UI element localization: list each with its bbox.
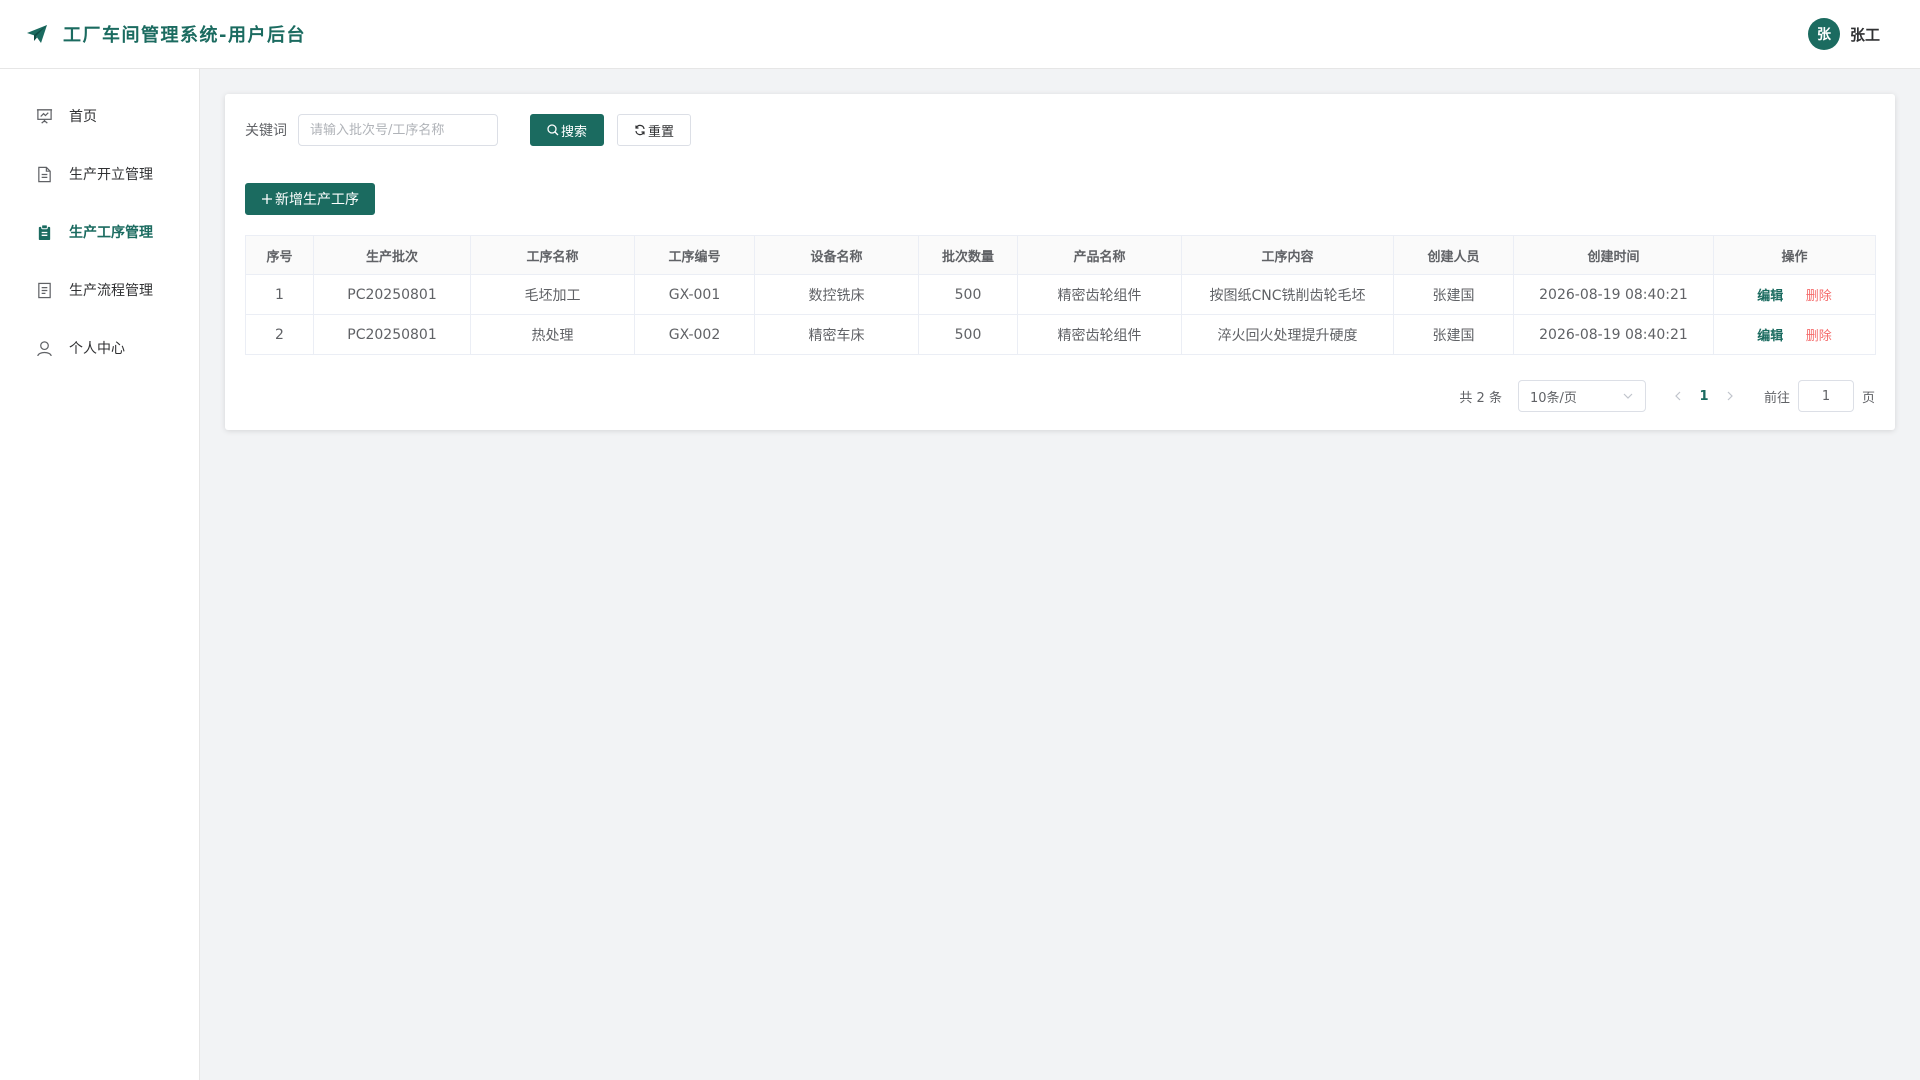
column-header: 设备名称: [754, 235, 919, 275]
column-header: 操作: [1713, 235, 1876, 275]
page-number-current[interactable]: 1: [1688, 389, 1720, 404]
cell-process-name: 毛坯加工: [470, 274, 635, 315]
cell-content: 淬火回火处理提升硬度: [1181, 314, 1394, 355]
chevron-down-icon: [1623, 393, 1633, 399]
column-header: 创建人员: [1393, 235, 1514, 275]
avatar[interactable]: 张: [1807, 18, 1840, 50]
cell-product: 精密齿轮组件: [1017, 314, 1182, 355]
reset-button[interactable]: 重置: [617, 114, 691, 146]
sidebar-item-home[interactable]: 首页: [0, 87, 199, 145]
add-button-label: 新增生产工序: [275, 192, 359, 208]
brand[interactable]: 工厂车间管理系统-用户后台: [25, 21, 306, 47]
presentation-icon: [36, 108, 53, 124]
cell-actions: 编辑 删除: [1713, 314, 1876, 355]
column-header: 生产批次: [313, 235, 471, 275]
column-header: 批次数量: [918, 235, 1018, 275]
cell-process-code: GX-002: [634, 314, 755, 355]
search-button[interactable]: 搜索: [530, 114, 604, 146]
main-content: 关键词 搜索 重置 新增生产工序: [200, 69, 1920, 1080]
page-suffix: 页: [1861, 390, 1875, 406]
app-title: 工厂车间管理系统-用户后台: [63, 25, 306, 46]
column-header: 产品名称: [1017, 235, 1182, 275]
column-header: 工序内容: [1181, 235, 1394, 275]
pagination-total: 共 2 条: [1459, 390, 1502, 406]
cell-creator: 张建国: [1393, 274, 1514, 315]
pagination: 共 2 条 10条/页 1 前往 页: [1459, 380, 1875, 412]
cell-equipment: 精密车床: [754, 314, 919, 355]
cell-index: 1: [245, 274, 314, 315]
sidebar: 首页 生产开立管理 生产工序管理 生产流程管理 个人中心: [0, 69, 200, 1080]
page-size-select[interactable]: 10条/页: [1517, 380, 1646, 412]
column-header: 工序名称: [470, 235, 635, 275]
cell-batch: PC20250801: [313, 274, 471, 315]
cell-index: 2: [245, 314, 314, 355]
edit-link[interactable]: 编辑: [1757, 289, 1783, 304]
cell-created-time: 2026-08-19 08:40:21: [1513, 274, 1714, 315]
user-icon: [37, 340, 52, 356]
goto-label: 前往: [1763, 390, 1790, 406]
cell-process-code: GX-001: [634, 274, 755, 315]
cell-process-name: 热处理: [470, 314, 635, 355]
plus-icon: [262, 194, 272, 204]
sidebar-item-label: 生产工序管理: [69, 225, 153, 241]
list-document-icon: [38, 282, 51, 298]
sidebar-item-production-order[interactable]: 生产开立管理: [0, 145, 199, 203]
cell-actions: 编辑 删除: [1713, 274, 1876, 315]
cell-equipment: 数控铣床: [754, 274, 919, 315]
paper-plane-icon: [27, 25, 47, 43]
cell-quantity: 500: [918, 274, 1018, 315]
column-header: 创建时间: [1513, 235, 1714, 275]
cell-batch: PC20250801: [313, 314, 471, 355]
table-row: 2 PC20250801 热处理 GX-002 精密车床 500 精密齿轮组件 …: [245, 314, 1876, 355]
document-icon: [38, 166, 51, 182]
cell-product: 精密齿轮组件: [1017, 274, 1182, 315]
sidebar-item-label: 生产流程管理: [69, 283, 153, 299]
sidebar-item-label: 首页: [69, 109, 97, 125]
process-table: 序号 生产批次 工序名称 工序编号 设备名称 批次数量 产品名称 工序内容 创建…: [245, 235, 1876, 355]
column-header: 序号: [245, 235, 314, 275]
next-page-button[interactable]: [1720, 380, 1740, 412]
page-size-value: 10条/页: [1529, 390, 1577, 406]
keyword-input[interactable]: [298, 114, 498, 146]
user-menu[interactable]: 张 张工: [1807, 18, 1880, 50]
add-process-button[interactable]: 新增生产工序: [245, 183, 375, 215]
cell-created-time: 2026-08-19 08:40:21: [1513, 314, 1714, 355]
search-bar: 关键词 搜索 重置: [245, 114, 1875, 146]
table-row: 1 PC20250801 毛坯加工 GX-001 数控铣床 500 精密齿轮组件…: [245, 274, 1876, 315]
keyword-label: 关键词: [245, 123, 287, 139]
app-header: 工厂车间管理系统-用户后台 张 张工: [0, 0, 1920, 69]
sidebar-item-production-flow[interactable]: 生产流程管理: [0, 261, 199, 319]
edit-link[interactable]: 编辑: [1757, 329, 1783, 344]
prev-page-button[interactable]: [1668, 380, 1688, 412]
username[interactable]: 张工: [1850, 24, 1880, 45]
goto-page-input[interactable]: [1797, 380, 1854, 412]
sidebar-item-label: 个人中心: [69, 341, 125, 357]
cell-content: 按图纸CNC铣削齿轮毛坯: [1181, 274, 1394, 315]
sidebar-item-profile[interactable]: 个人中心: [0, 319, 199, 377]
column-header: 工序编号: [634, 235, 755, 275]
refresh-icon: [635, 124, 645, 136]
delete-link[interactable]: 删除: [1806, 329, 1832, 344]
chevron-right-icon: [1727, 391, 1733, 401]
sidebar-item-label: 生产开立管理: [69, 167, 153, 183]
clipboard-icon: [38, 223, 51, 240]
reset-button-label: 重置: [647, 124, 674, 140]
chevron-left-icon: [1675, 391, 1681, 401]
search-icon: [547, 124, 559, 136]
cell-quantity: 500: [918, 314, 1018, 355]
delete-link[interactable]: 删除: [1806, 289, 1832, 304]
sidebar-item-production-process[interactable]: 生产工序管理: [0, 203, 199, 261]
search-button-label: 搜索: [560, 124, 587, 140]
cell-creator: 张建国: [1393, 314, 1514, 355]
table-header-row: 序号 生产批次 工序名称 工序编号 设备名称 批次数量 产品名称 工序内容 创建…: [245, 235, 1876, 275]
content-card: 关键词 搜索 重置 新增生产工序: [225, 94, 1895, 430]
